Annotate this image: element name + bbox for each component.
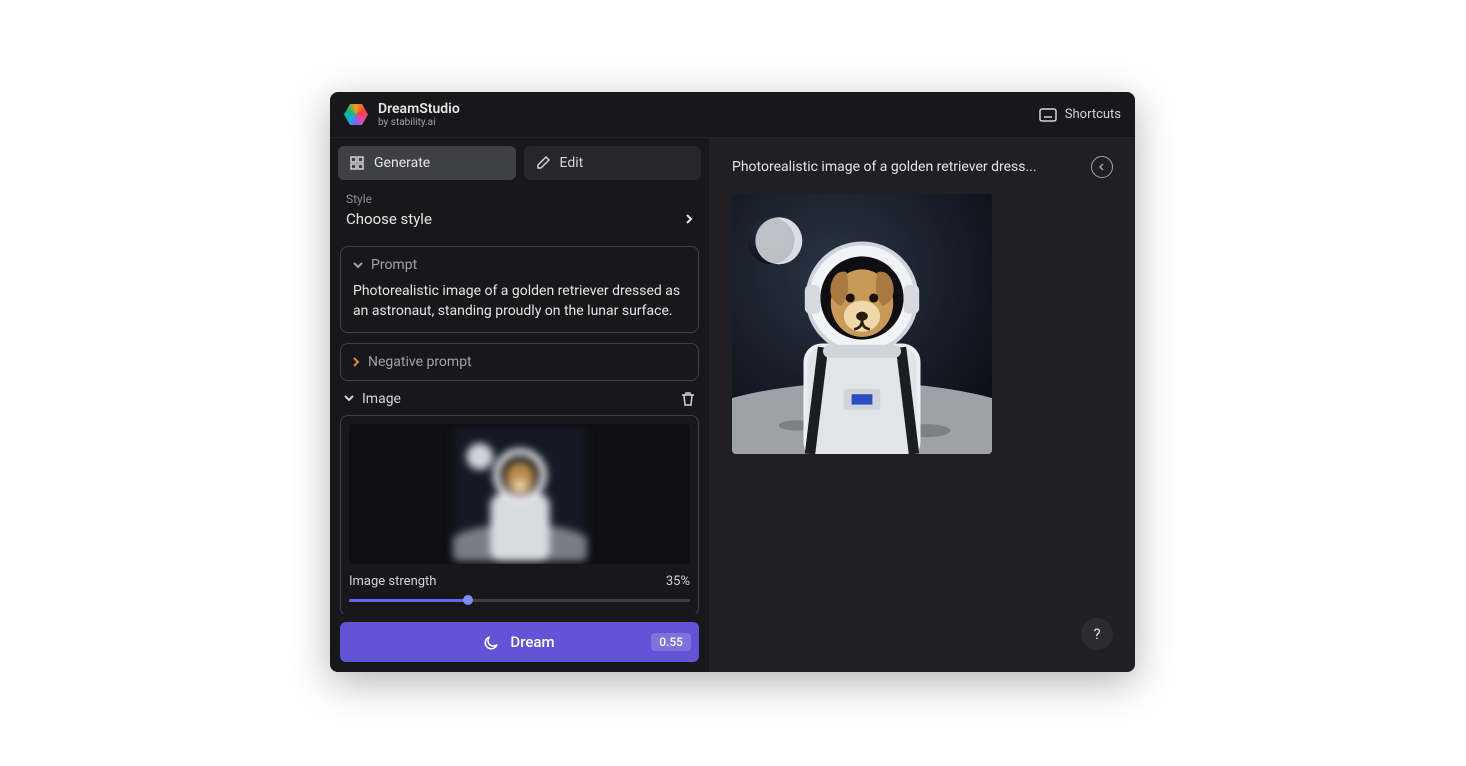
prompt-label: Prompt bbox=[371, 257, 417, 273]
edit-icon bbox=[536, 156, 550, 170]
image-section-header[interactable]: Image bbox=[340, 381, 699, 411]
help-button[interactable]: ? bbox=[1081, 618, 1113, 650]
negative-prompt-label: Negative prompt bbox=[368, 354, 472, 370]
app-window: DreamStudio by stability.ai Shortcuts bbox=[330, 92, 1135, 672]
brand-name: DreamStudio bbox=[378, 101, 460, 117]
shortcuts-label: Shortcuts bbox=[1065, 107, 1121, 122]
dream-bar: Dream 0.55 bbox=[330, 614, 709, 672]
style-label: Style bbox=[344, 192, 695, 206]
chevron-down-icon bbox=[344, 395, 354, 402]
chevron-right-icon bbox=[685, 213, 693, 225]
prompt-header[interactable]: Prompt bbox=[353, 257, 686, 273]
brand-by-link[interactable]: stability.ai bbox=[391, 117, 436, 128]
generated-image-content bbox=[732, 194, 992, 454]
brand-text: DreamStudio by stability.ai bbox=[378, 101, 460, 128]
brand-subtitle: by stability.ai bbox=[378, 117, 460, 128]
logo-icon bbox=[344, 103, 368, 127]
negative-prompt-card[interactable]: Negative prompt bbox=[340, 343, 699, 381]
style-value: Choose style bbox=[346, 210, 432, 228]
brand-by-prefix: by bbox=[378, 117, 391, 128]
dream-button[interactable]: Dream 0.55 bbox=[340, 622, 699, 662]
chevron-down-icon bbox=[353, 262, 363, 269]
prompt-card[interactable]: Prompt Photorealistic image of a golden … bbox=[340, 246, 699, 333]
image-section-label: Image bbox=[362, 391, 401, 407]
reference-image-card: Image strength 35% bbox=[340, 415, 699, 614]
canvas-title: Photorealistic image of a golden retriev… bbox=[732, 159, 1037, 175]
generated-image[interactable] bbox=[732, 194, 992, 454]
keyboard-icon bbox=[1039, 108, 1057, 122]
help-label: ? bbox=[1093, 625, 1100, 643]
canvas-area: Photorealistic image of a golden retriev… bbox=[710, 138, 1135, 672]
dream-label: Dream bbox=[510, 633, 554, 651]
chevron-right-icon bbox=[353, 357, 360, 367]
shortcuts-button[interactable]: Shortcuts bbox=[1039, 107, 1121, 122]
brand-logo: DreamStudio by stability.ai bbox=[344, 101, 460, 128]
reference-image-preview[interactable] bbox=[349, 424, 690, 564]
slider-thumb[interactable] bbox=[463, 595, 473, 605]
mode-tabs: Generate Edit bbox=[330, 138, 709, 180]
grid-icon bbox=[350, 156, 364, 170]
trash-icon[interactable] bbox=[681, 391, 695, 407]
canvas-header: Photorealistic image of a golden retriev… bbox=[732, 156, 1113, 178]
image-strength-row: Image strength 35% bbox=[349, 574, 690, 589]
tab-edit[interactable]: Edit bbox=[524, 146, 702, 180]
reference-image-thumbnail bbox=[453, 427, 587, 561]
app-header: DreamStudio by stability.ai Shortcuts bbox=[330, 92, 1135, 138]
settings-panel: Style Choose style bbox=[330, 180, 709, 614]
image-strength-value: 35% bbox=[666, 574, 690, 589]
negative-prompt-header[interactable]: Negative prompt bbox=[353, 354, 686, 370]
tab-generate-label: Generate bbox=[374, 155, 430, 171]
back-button[interactable] bbox=[1091, 156, 1113, 178]
prompt-text[interactable]: Photorealistic image of a golden retriev… bbox=[353, 281, 686, 322]
tab-edit-label: Edit bbox=[560, 155, 584, 171]
sidebar: Generate Edit Style Choos bbox=[330, 138, 710, 672]
tab-generate[interactable]: Generate bbox=[338, 146, 516, 180]
image-strength-label: Image strength bbox=[349, 574, 436, 589]
style-picker[interactable]: Style Choose style bbox=[340, 188, 699, 236]
image-strength-slider[interactable] bbox=[349, 593, 690, 607]
moon-icon bbox=[484, 634, 500, 650]
dream-cost: 0.55 bbox=[651, 633, 691, 651]
